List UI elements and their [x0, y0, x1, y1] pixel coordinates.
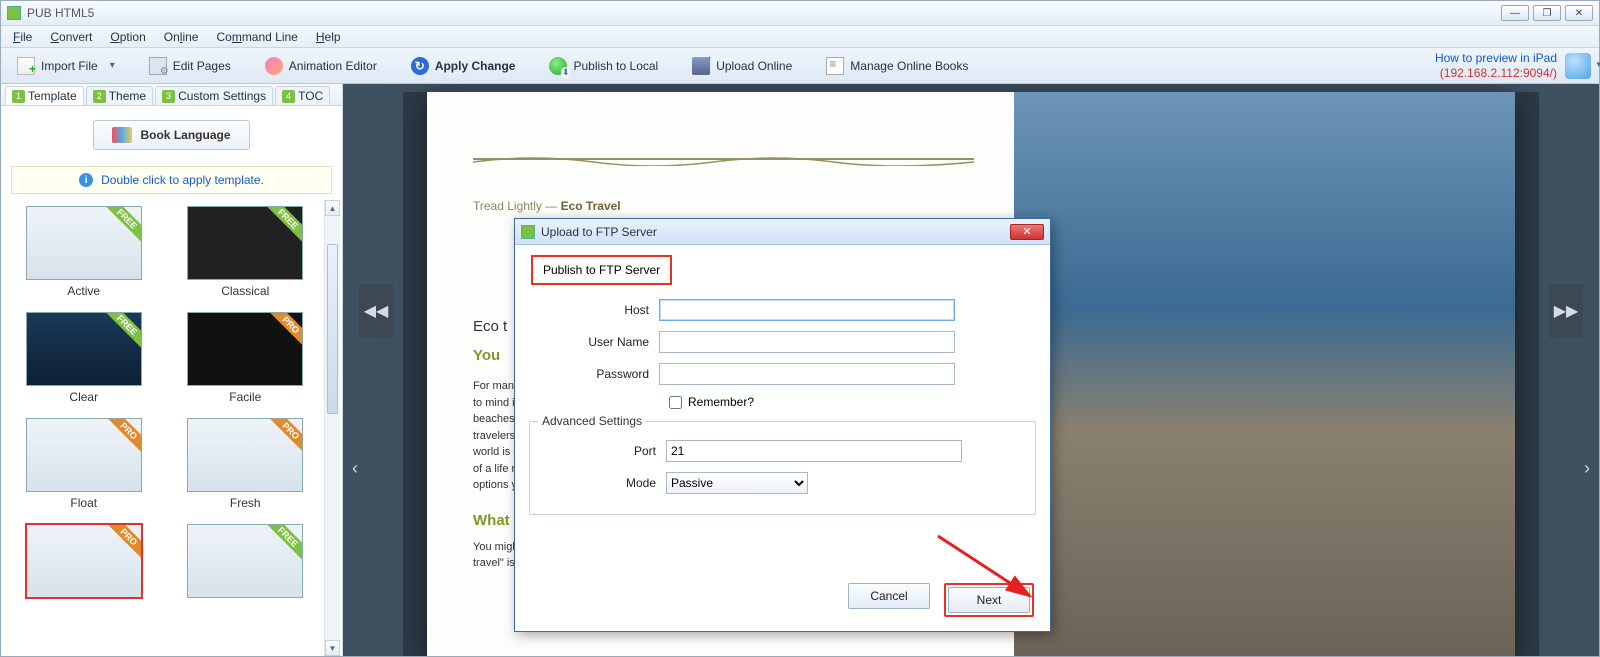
edit-pages-icon: [149, 57, 167, 75]
mode-label: Mode: [536, 476, 666, 490]
menu-option[interactable]: Option: [102, 28, 153, 46]
host-label: Host: [529, 303, 659, 317]
apply-change-button[interactable]: Apply Change: [403, 54, 524, 78]
book-language-button[interactable]: Book Language: [93, 120, 249, 150]
menubar: File Convert Option Online Command Line …: [1, 26, 1599, 48]
menu-online[interactable]: Online: [156, 28, 207, 46]
pro-badge: PRO: [265, 312, 303, 350]
toolbar: Import File Edit Pages Animation Editor …: [1, 48, 1599, 84]
tab-custom-settings[interactable]: 3Custom Settings: [155, 86, 273, 105]
scroll-up[interactable]: ▲: [325, 200, 340, 216]
menu-file[interactable]: File: [5, 28, 40, 46]
mode-select[interactable]: Passive: [666, 472, 808, 494]
panel-tabs: 1Template 2Theme 3Custom Settings 4TOC: [1, 84, 342, 106]
tab-theme[interactable]: 2Theme: [86, 86, 153, 105]
prev-arrow[interactable]: ‹: [343, 444, 367, 492]
tab-toc[interactable]: 4TOC: [275, 86, 330, 105]
template-item[interactable]: FREE: [173, 524, 319, 602]
next-arrow[interactable]: ›: [1575, 444, 1599, 492]
animation-icon: [265, 57, 283, 75]
menu-command-line[interactable]: Command Line: [208, 28, 305, 46]
free-badge: FREE: [100, 206, 142, 246]
info-icon: i: [79, 173, 93, 187]
edit-pages-button[interactable]: Edit Pages: [141, 54, 239, 78]
host-input[interactable]: [659, 299, 955, 321]
remember-label: Remember?: [688, 395, 754, 409]
import-icon: [17, 57, 35, 75]
section-label: Publish to FTP Server: [531, 255, 672, 285]
import-file-button[interactable]: Import File: [9, 54, 123, 78]
titlebar[interactable]: PUB HTML5 — ❐ ✕: [1, 1, 1599, 26]
scroll-thumb[interactable]: [327, 244, 338, 414]
free-badge: FREE: [261, 206, 303, 246]
pro-badge: PRO: [104, 524, 142, 562]
menu-convert[interactable]: Convert: [42, 28, 100, 46]
password-input[interactable]: [659, 363, 955, 385]
tab-template[interactable]: 1Template: [5, 86, 84, 105]
publish-local-button[interactable]: Publish to Local: [541, 54, 666, 78]
maximize-button[interactable]: ❐: [1533, 5, 1561, 21]
upload-icon: [692, 57, 710, 75]
port-input[interactable]: [666, 440, 962, 462]
page-right: [1014, 92, 1515, 656]
template-item[interactable]: PROFloat: [11, 418, 157, 510]
dialog-titlebar[interactable]: Upload to FTP Server ✕: [515, 219, 1050, 245]
template-item[interactable]: FREEActive: [11, 206, 157, 298]
prev-page-button[interactable]: ◀◀: [359, 284, 393, 338]
next-button[interactable]: Next: [948, 587, 1030, 613]
close-button[interactable]: ✕: [1565, 5, 1593, 21]
window-title: PUB HTML5: [27, 6, 1501, 20]
dialog-title: Upload to FTP Server: [541, 225, 1010, 239]
template-item[interactable]: PROFacile: [173, 312, 319, 404]
manage-books-button[interactable]: Manage Online Books: [818, 54, 976, 78]
scrollbar[interactable]: ▲ ▼: [324, 200, 340, 656]
password-label: Password: [529, 367, 659, 381]
minimize-button[interactable]: —: [1501, 5, 1529, 21]
user-avatar[interactable]: [1565, 53, 1591, 79]
preview-link[interactable]: How to preview in iPad (192.168.2.112:90…: [1435, 51, 1557, 80]
free-badge: FREE: [100, 312, 142, 352]
manage-icon: [826, 57, 844, 75]
app-icon: [7, 6, 21, 20]
language-icon: [112, 127, 132, 143]
free-badge: FREE: [261, 524, 303, 564]
template-item[interactable]: PRO: [11, 524, 157, 602]
pro-badge: PRO: [265, 418, 303, 456]
advanced-fieldset: Advanced Settings Port ModePassive: [529, 421, 1036, 515]
pro-badge: PRO: [104, 418, 142, 456]
username-input[interactable]: [659, 331, 955, 353]
animation-editor-button[interactable]: Animation Editor: [257, 54, 385, 78]
advanced-legend: Advanced Settings: [538, 414, 646, 428]
next-page-button[interactable]: ▶▶: [1549, 284, 1583, 338]
remember-checkbox[interactable]: [669, 396, 682, 409]
left-panel: 1Template 2Theme 3Custom Settings 4TOC B…: [1, 84, 343, 656]
page-heading: Tread Lightly — Eco Travel: [473, 184, 974, 218]
template-item[interactable]: FREEClear: [11, 312, 157, 404]
next-button-highlight: Next: [944, 583, 1034, 617]
template-grid: FREEActive FREEClassical FREEClear PROFa…: [11, 206, 318, 602]
template-item[interactable]: PROFresh: [173, 418, 319, 510]
username-label: User Name: [529, 335, 659, 349]
scroll-down[interactable]: ▼: [325, 640, 340, 656]
dialog-close-button[interactable]: ✕: [1010, 224, 1044, 240]
globe-icon: [549, 57, 567, 75]
upload-online-button[interactable]: Upload Online: [684, 54, 800, 78]
menu-help[interactable]: Help: [308, 28, 349, 46]
hint-bar: iDouble click to apply template.: [11, 166, 332, 194]
ftp-dialog: Upload to FTP Server ✕ Publish to FTP Se…: [514, 218, 1051, 632]
template-item[interactable]: FREEClassical: [173, 206, 319, 298]
cancel-button[interactable]: Cancel: [848, 583, 930, 609]
refresh-icon: [411, 57, 429, 75]
app-icon: [521, 225, 535, 239]
port-label: Port: [536, 444, 666, 458]
